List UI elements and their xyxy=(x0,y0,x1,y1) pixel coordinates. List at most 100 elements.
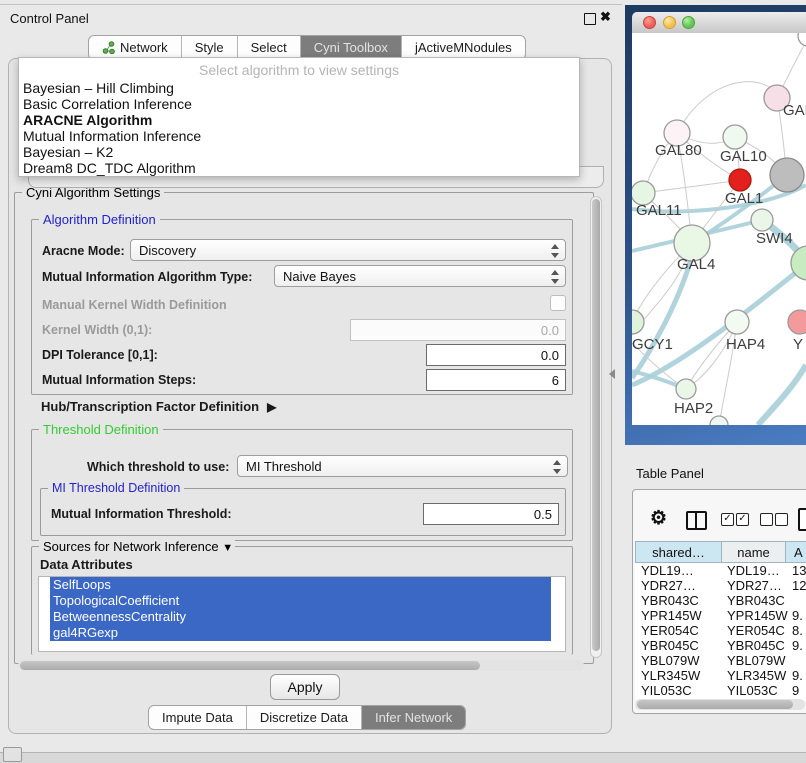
unchecked-checkbox-icon[interactable] xyxy=(775,513,788,526)
algorithm-option[interactable]: Bayesian – Hill Climbing xyxy=(19,80,579,96)
mi-steps-label: Mutual Information Steps: xyxy=(42,373,196,387)
vertical-scrollbar-thumb[interactable] xyxy=(592,199,600,651)
cell-name: YLR345W xyxy=(727,668,786,683)
which-threshold-select[interactable]: MI Threshold xyxy=(237,455,568,477)
mi-algorithm-type-select[interactable]: Naive Bayes xyxy=(274,265,566,287)
network-node-hap2[interactable] xyxy=(676,379,696,399)
horizontal-scrollbar-thumb[interactable] xyxy=(20,661,480,670)
which-threshold-label: Which threshold to use: xyxy=(87,460,229,474)
settings-vertical-scrollbar[interactable] xyxy=(590,196,602,658)
expander-arrow-icon: ▶ xyxy=(267,400,276,414)
network-canvas[interactable]: GAL GAL80 GAL10 GAL1 GAL11 SWI4 GAL4 GCY… xyxy=(632,33,806,425)
cell-value: 9. xyxy=(792,638,803,653)
gear-icon[interactable]: ⚙ xyxy=(650,507,667,530)
settings-horizontal-scrollbar[interactable] xyxy=(18,660,584,671)
cell-shared: YBR045C xyxy=(641,638,699,653)
network-node-gal1[interactable] xyxy=(729,169,751,191)
traffic-light-minimize-icon[interactable] xyxy=(663,16,676,29)
network-node-swi4[interactable] xyxy=(751,209,773,231)
network-node-gcy1[interactable] xyxy=(632,310,644,334)
tab-select[interactable]: Select xyxy=(237,36,300,59)
algorithm-definition-title: Algorithm Definition xyxy=(39,212,160,227)
sources-group-title: Sources for Network Inference ▼ xyxy=(39,539,235,554)
dpi-tolerance-field[interactable]: 0.0 xyxy=(426,344,566,366)
table-row[interactable]: YBR045CYBR045C9. xyxy=(635,638,806,653)
network-node-y-cut[interactable] xyxy=(788,310,806,334)
hub-transcription-expander[interactable]: Hub/Transcription Factor Definition▶ xyxy=(41,399,276,414)
mi-algorithm-type-value: Naive Bayes xyxy=(283,269,356,284)
tab-infer-network[interactable]: Infer Network xyxy=(361,706,465,729)
algorithm-option-selected[interactable]: ARACNE Algorithm xyxy=(19,112,579,128)
table-horizontal-scrollbar[interactable] xyxy=(635,699,805,710)
algorithm-option[interactable]: Dream8 DC_TDC Algorithm xyxy=(19,160,579,176)
network-window-titlebar[interactable] xyxy=(632,12,806,34)
tab-style[interactable]: Style xyxy=(181,36,237,59)
table-row[interactable]: YPR145WYPR145W9. xyxy=(635,608,806,623)
data-attribute-item[interactable]: BetweennessCentrality xyxy=(50,609,551,625)
network-node[interactable] xyxy=(798,33,806,46)
node-label: Y xyxy=(793,336,803,353)
close-icon[interactable]: ✖ xyxy=(600,9,611,25)
table-row[interactable]: YDL19…YDL19…13 xyxy=(635,563,806,578)
network-node-gray[interactable] xyxy=(770,158,804,192)
tab-discretize-data[interactable]: Discretize Data xyxy=(246,706,361,729)
data-attribute-item[interactable]: TopologicalCoefficient xyxy=(50,593,551,609)
tab-cyni-toolbox-label: Cyni Toolbox xyxy=(314,40,388,55)
tab-network[interactable]: Network xyxy=(89,36,181,59)
mi-steps-value: 6 xyxy=(552,373,559,388)
document-icon[interactable] xyxy=(798,508,806,531)
manual-kernel-checkbox[interactable] xyxy=(550,295,566,311)
column-header-shared[interactable]: shared… xyxy=(635,541,722,563)
tab-cyni-toolbox[interactable]: Cyni Toolbox xyxy=(300,36,401,59)
sources-title-text: Sources for Network Inference xyxy=(43,539,219,554)
network-node[interactable] xyxy=(710,416,728,425)
cell-value: 9. xyxy=(792,668,803,683)
node-label: GAL10 xyxy=(720,148,767,165)
table-row[interactable]: YLR345WYLR345W9. xyxy=(635,668,806,683)
table-row[interactable]: YDR27…YDR27…12 xyxy=(635,578,806,593)
column-header-name[interactable]: name xyxy=(721,541,786,563)
mi-threshold-field[interactable]: 0.5 xyxy=(423,503,559,525)
data-attribute-item[interactable]: gal4RGexp xyxy=(50,625,551,641)
network-edge[interactable] xyxy=(758,365,806,425)
panel-divider-collapse-icon[interactable] xyxy=(609,369,615,379)
network-node-gal10[interactable] xyxy=(723,125,747,149)
apply-button[interactable]: Apply xyxy=(270,674,340,700)
column-header-partial[interactable]: A xyxy=(785,541,806,563)
table-row[interactable]: YBL079WYBL079W xyxy=(635,653,806,668)
data-attribute-item[interactable]: SelfLoops xyxy=(50,577,551,593)
network-edge[interactable] xyxy=(677,82,777,133)
data-attributes-label: Data Attributes xyxy=(40,557,133,572)
aracne-mode-select[interactable]: Discovery xyxy=(130,239,566,261)
column-header-partial-label: A xyxy=(794,545,803,560)
table-row[interactable]: YER054CYER054C8. xyxy=(635,623,806,638)
network-node-hap4[interactable] xyxy=(725,310,749,334)
node-label: GAL80 xyxy=(655,142,702,159)
traffic-light-zoom-icon[interactable] xyxy=(682,16,695,29)
tab-impute-data[interactable]: Impute Data xyxy=(149,706,246,729)
cell-value: 12 xyxy=(792,578,806,593)
cell-shared: YBL079W xyxy=(641,653,700,668)
algorithm-option[interactable]: Mutual Information Inference xyxy=(19,128,579,144)
traffic-light-close-icon[interactable] xyxy=(643,16,656,29)
bottom-left-mini-button[interactable] xyxy=(3,747,22,762)
checked-checkbox-icon[interactable]: ✓ xyxy=(721,513,734,526)
table-row[interactable]: YIL053CYIL053C9 xyxy=(635,683,806,698)
aracne-mode-label: Aracne Mode: xyxy=(42,244,125,258)
mi-steps-field[interactable]: 6 xyxy=(426,369,566,391)
algorithm-option[interactable]: Basic Correlation Inference xyxy=(19,96,579,112)
unchecked-checkbox-icon[interactable] xyxy=(760,513,773,526)
sources-group: Sources for Network Inference ▼ Data Att… xyxy=(31,546,573,655)
table-row[interactable]: YBR043CYBR043C xyxy=(635,593,806,608)
tab-jactivemnodules[interactable]: jActiveMNodules xyxy=(401,36,525,59)
algorithm-option[interactable]: Bayesian – K2 xyxy=(19,144,579,160)
table-scrollbar-thumb[interactable] xyxy=(637,700,793,709)
checked-checkbox-icon[interactable]: ✓ xyxy=(736,513,749,526)
column-header-name-label: name xyxy=(737,545,770,560)
node-label: GAL1 xyxy=(725,190,763,207)
cell-value: 13 xyxy=(792,563,806,578)
float-window-icon[interactable] xyxy=(584,13,596,25)
dpi-tolerance-label: DPI Tolerance [0,1]: xyxy=(42,348,158,362)
columns-icon[interactable] xyxy=(686,511,707,530)
collapse-arrow-icon[interactable]: ▼ xyxy=(222,542,233,554)
